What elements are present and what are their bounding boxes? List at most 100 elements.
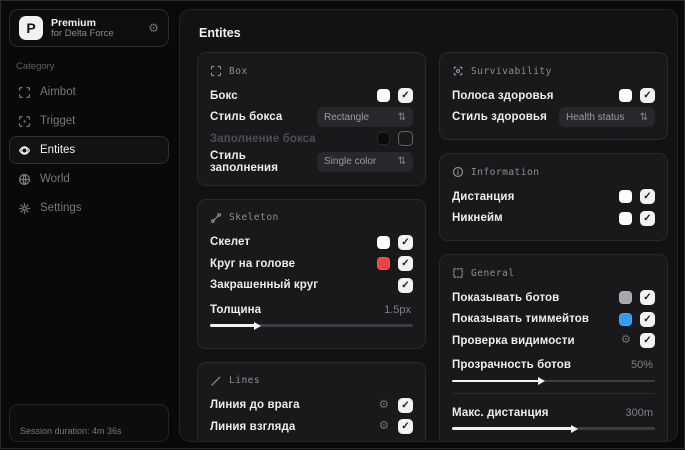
card-header: Box — [210, 65, 413, 77]
setting-label: Полоса здоровья — [452, 89, 554, 102]
setting-label: Линия взгляда — [210, 420, 296, 433]
checkbox[interactable]: ✓ — [398, 397, 413, 413]
toggle-row: Заполнение бокса — [210, 128, 413, 150]
brand-subtitle: for Delta Force — [51, 27, 114, 39]
card-information: Information Дистанция ✓ Никнейм ✓ — [439, 153, 668, 241]
color-swatch[interactable] — [377, 235, 390, 249]
left-column: Box Бокс ✓ Стиль бокса Rectangle ⇅ Заполнение … — [197, 52, 426, 441]
checkbox[interactable]: ✓ — [398, 256, 413, 272]
setting-label: Дистанция — [452, 190, 515, 203]
chevron-up-down-icon: ⇅ — [397, 156, 406, 167]
slider-3[interactable] — [210, 321, 413, 331]
globe-icon — [18, 173, 31, 186]
slider-value: 300m — [625, 406, 653, 419]
color-swatch[interactable] — [619, 291, 632, 305]
trigger-crosshair-icon — [18, 115, 31, 128]
card-header-label: Survivability — [471, 65, 552, 77]
slider-thumb[interactable] — [253, 321, 261, 330]
info-circle-icon — [452, 166, 464, 178]
sidebar-item-label: World — [40, 173, 70, 185]
sidebar: P Premium for Delta Force ⚙ Category Aim… — [1, 1, 177, 450]
card-general: General Показывать ботов ✓ Показывать тимме… — [439, 254, 668, 441]
checkbox[interactable]: ✓ — [640, 88, 655, 104]
color-swatch[interactable] — [619, 190, 632, 204]
setting-label: Закрашенный круг — [210, 279, 319, 292]
card-box: Box Бокс ✓ Стиль бокса Rectangle ⇅ Заполнение … — [197, 52, 426, 186]
card-header-label: Information — [471, 166, 540, 178]
setting-label: Показывать тиммейтов — [452, 313, 590, 326]
slider-3[interactable] — [452, 376, 655, 386]
slider-row: Прозрачность ботов 50% — [452, 355, 655, 387]
dashed-square-icon — [452, 267, 464, 279]
checkbox[interactable]: ✓ — [398, 88, 413, 104]
color-swatch[interactable] — [619, 211, 632, 225]
toggle-row: Линия взгляда ⚙ ✓ — [210, 416, 413, 438]
card-survivability: Survivability Полоса здоровья ✓ Стиль здоро… — [439, 52, 668, 140]
toggle-row: Бокс ✓ — [210, 85, 413, 107]
checkbox[interactable]: ✓ — [398, 234, 413, 250]
dropdown-row: Стиль заполнения Single color ⇅ — [210, 150, 413, 174]
sidebar-item-aimbot[interactable]: Aimbot — [9, 78, 169, 106]
color-swatch[interactable] — [619, 89, 632, 103]
setting-label: Прозрачность ботов — [452, 359, 572, 372]
chevron-up-down-icon: ⇅ — [639, 111, 648, 123]
checkbox[interactable]: ✓ — [398, 419, 413, 435]
checkbox[interactable]: ✓ — [640, 189, 655, 205]
slider-thumb[interactable] — [538, 377, 546, 385]
dropdown-1[interactable]: Health status ⇅ — [559, 107, 655, 128]
dropdown-row: Стиль бокса Rectangle ⇅ — [210, 107, 413, 129]
row-settings-gear-icon[interactable]: ⚙ — [379, 420, 389, 433]
main-panel: Entites Box Бокс ✓ Стиль бокса Rectangle ⇅ Зап… — [179, 9, 678, 442]
setting-label: Проверка видимости — [452, 334, 575, 347]
sidebar-item-settings[interactable]: Settings — [9, 194, 169, 222]
color-swatch[interactable] — [377, 89, 390, 103]
card-header: Survivability — [452, 65, 655, 77]
toggle-row: Показывать ботов ✓ — [452, 287, 655, 309]
checkbox[interactable] — [398, 131, 413, 147]
setting-label: Стиль здоровья — [452, 111, 547, 124]
color-swatch[interactable] — [377, 132, 390, 146]
health-target-icon — [452, 65, 464, 77]
card-skeleton: Skeleton Скелет ✓ Круг на голове ✓ Закрашенны… — [197, 198, 426, 349]
checkbox[interactable]: ✓ — [398, 277, 413, 293]
row-settings-gear-icon[interactable]: ⚙ — [379, 399, 389, 412]
color-swatch[interactable] — [619, 312, 632, 326]
sidebar-item-trigget[interactable]: Trigget — [9, 107, 169, 135]
sidebar-item-world[interactable]: World — [9, 165, 169, 193]
dropdown-value: Rectangle — [324, 111, 370, 123]
right-column: Survivability Полоса здоровья ✓ Стиль здоро… — [439, 52, 668, 441]
brand-logo: P — [19, 16, 43, 40]
slider-value: 50% — [630, 359, 653, 372]
chevron-up-down-icon: ⇅ — [397, 111, 406, 123]
setting-label: Бокс — [210, 89, 238, 102]
dropdown-value: Single color — [324, 156, 377, 167]
slider-value: 1.5px — [384, 303, 411, 316]
category-label: Category — [16, 61, 55, 72]
brand-title: Premium — [51, 16, 96, 29]
setting-label: Скелет — [210, 236, 251, 249]
checkbox[interactable]: ✓ — [640, 333, 655, 349]
brand-card: P Premium for Delta Force ⚙ — [9, 9, 169, 47]
sidebar-item-entites[interactable]: Entites — [9, 136, 169, 164]
sidebar-item-label: Settings — [40, 202, 82, 214]
card-header: Lines — [210, 375, 413, 387]
dropdown-3[interactable]: Single color ⇅ — [317, 151, 413, 172]
slider-4[interactable] — [452, 424, 655, 434]
dropdown-1[interactable]: Rectangle ⇅ — [317, 107, 413, 128]
checkbox[interactable]: ✓ — [640, 311, 655, 327]
gear-icon — [18, 202, 31, 215]
color-swatch[interactable] — [377, 257, 390, 271]
slider-thumb[interactable] — [570, 424, 578, 433]
sidebar-item-label: Trigget — [40, 115, 76, 127]
bone-icon — [210, 212, 222, 224]
toggle-row: Скелет ✓ — [210, 232, 413, 254]
checkbox[interactable]: ✓ — [640, 210, 655, 226]
row-settings-gear-icon[interactable]: ⚙ — [621, 334, 631, 347]
setting-label: Макс. дистанция — [452, 406, 549, 419]
setting-label: Стиль бокса — [210, 111, 283, 124]
box-corners-icon — [210, 65, 222, 77]
card-header-label: Lines — [229, 375, 261, 386]
brand-gear-icon[interactable]: ⚙ — [148, 21, 159, 35]
dropdown-value: Health status — [566, 111, 625, 123]
checkbox[interactable]: ✓ — [640, 290, 655, 306]
